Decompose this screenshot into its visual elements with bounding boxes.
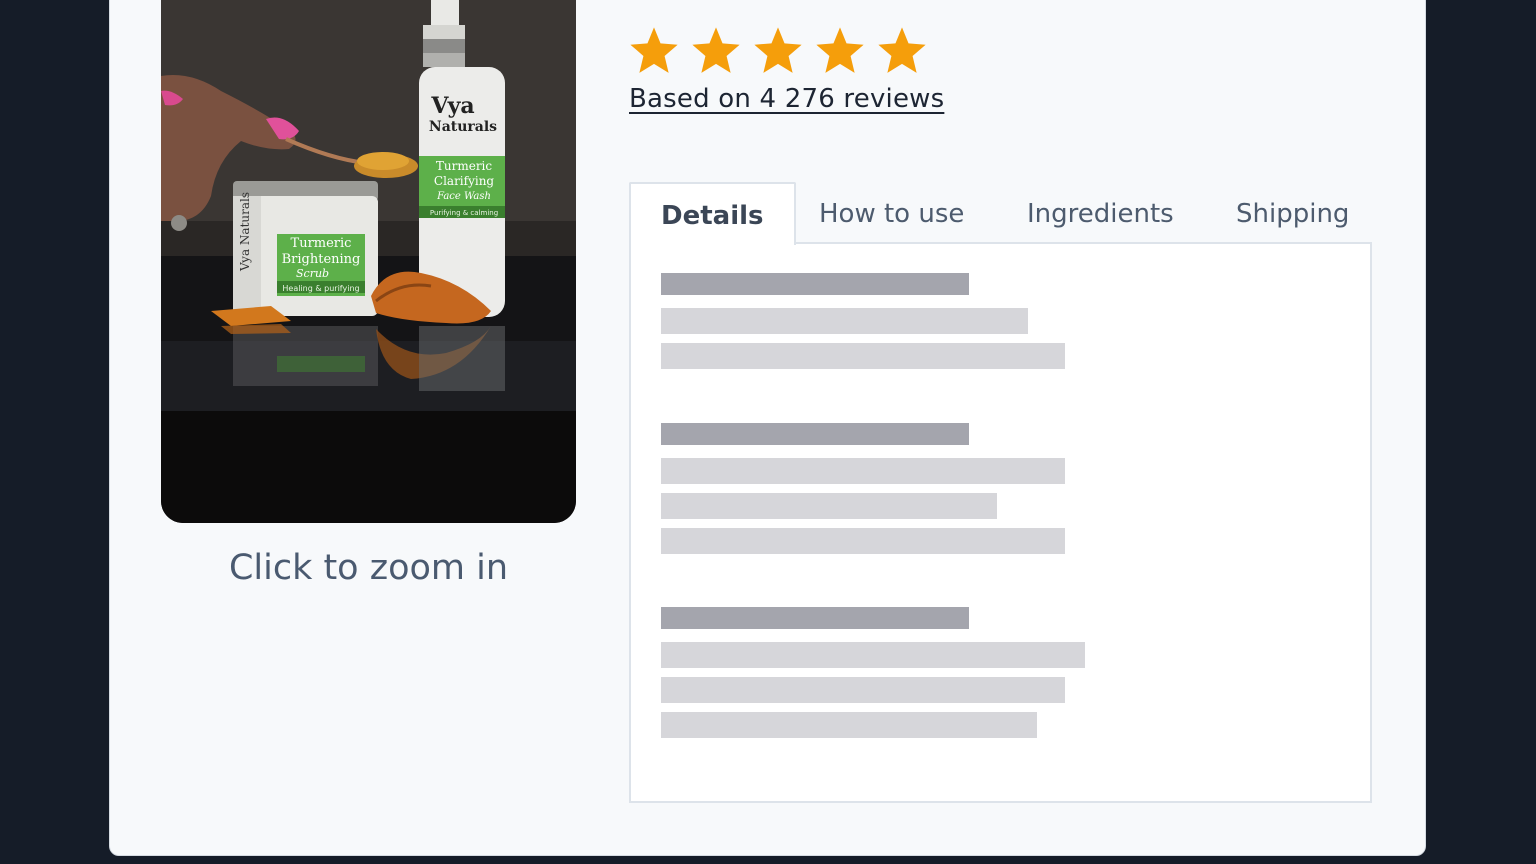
jar-brand: Vya Naturals: [238, 192, 252, 272]
skeleton-line: [661, 458, 1065, 484]
tab-shipping[interactable]: Shipping: [1236, 182, 1349, 243]
tab-ingredients[interactable]: Ingredients: [1027, 182, 1174, 243]
skeleton-line: [661, 308, 1028, 334]
star-shape: [692, 27, 740, 73]
star-icon: [692, 27, 740, 73]
jar-label-line1: Turmeric: [291, 236, 352, 251]
bottle-label-line4: Purifying & calming: [430, 209, 498, 217]
star-icon: [816, 27, 864, 73]
star-shape: [754, 27, 802, 73]
star-shape: [630, 27, 678, 73]
product-photo: Turmeric Brightening Scrub Healing & pur…: [161, 0, 576, 523]
jar-label-line4: Healing & purifying: [282, 284, 359, 293]
skeleton-line: [661, 343, 1065, 369]
product-tabs: Details How to use Ingredients Shipping: [629, 182, 1372, 245]
skeleton-line: [661, 493, 997, 519]
star-rating: [627, 24, 929, 78]
bottle-label-line2: Clarifying: [434, 174, 495, 188]
star-icon: [630, 27, 678, 73]
bottle-brand-line1: Vya: [430, 93, 474, 119]
jar-label-line2: Brightening: [282, 252, 361, 267]
jar-label-line3: Scrub: [296, 267, 329, 280]
product-image[interactable]: Turmeric Brightening Scrub Healing & pur…: [161, 0, 576, 523]
star-shape: [816, 27, 864, 73]
star-icon: [878, 27, 926, 73]
zoom-caption: Click to zoom in: [228, 548, 509, 588]
skeleton-heading: [661, 273, 969, 295]
tab-details[interactable]: Details: [629, 182, 796, 245]
skeleton-line: [661, 712, 1037, 738]
reviews-link[interactable]: Based on 4 276 reviews: [629, 84, 944, 114]
skeleton-heading: [661, 607, 969, 629]
skeleton-line: [661, 642, 1085, 668]
tab-panel-details: [629, 242, 1372, 803]
star-shape: [878, 27, 926, 73]
skeleton-heading: [661, 423, 969, 445]
skeleton-line: [661, 677, 1065, 703]
tab-how-to-use[interactable]: How to use: [819, 182, 964, 243]
star-icon: [754, 27, 802, 73]
product-card: Turmeric Brightening Scrub Healing & pur…: [109, 0, 1426, 856]
bottle-label-line1: Turmeric: [436, 159, 493, 173]
skeleton-line: [661, 528, 1065, 554]
bottle-brand-line2: Naturals: [429, 119, 497, 135]
bottle-label-line3: Face Wash: [436, 191, 491, 202]
